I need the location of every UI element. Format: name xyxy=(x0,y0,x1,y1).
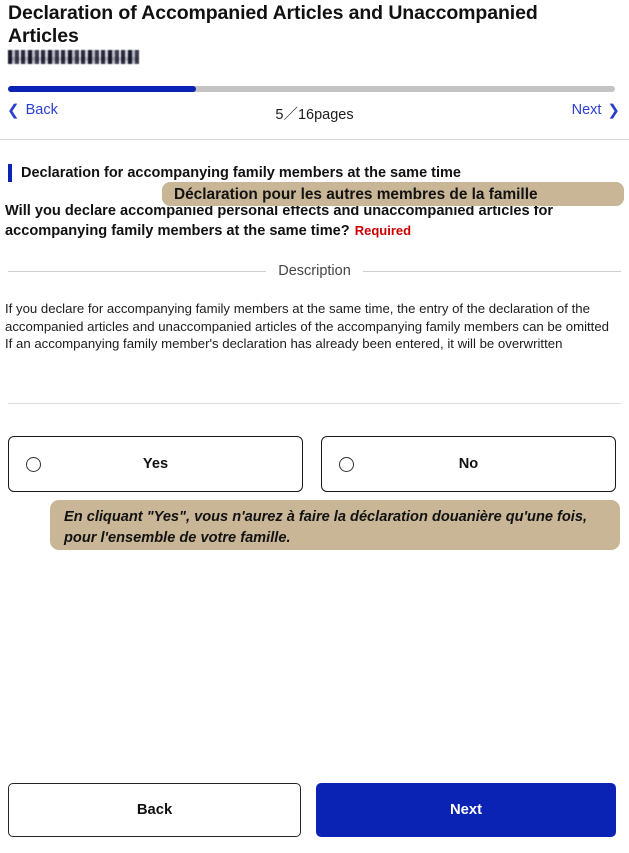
divider-rule-right xyxy=(362,270,621,272)
radio-icon-no[interactable] xyxy=(339,456,354,472)
progress-bar-fill xyxy=(8,86,197,92)
nav-next-label: Next xyxy=(571,102,602,118)
redacted-user-name xyxy=(8,50,139,64)
progress-bar-track xyxy=(8,86,615,92)
divider-rule-left xyxy=(8,270,267,272)
option-yes-label: Yes xyxy=(142,456,169,472)
question-sub-heading: Declaration for accompanying family memb… xyxy=(8,164,461,182)
french-translation-heading-overlay: Déclaration pour les autres membres de l… xyxy=(162,182,624,206)
description-divider: Description xyxy=(8,262,621,280)
option-no-label: No xyxy=(458,456,479,472)
radio-icon-yes[interactable] xyxy=(26,456,41,472)
page-header: Declaration of Accompanied Articles and … xyxy=(0,0,629,140)
option-yes[interactable]: Yes xyxy=(8,436,303,492)
section-separator xyxy=(8,403,621,404)
next-button-label: Next xyxy=(449,802,483,818)
question-text-block: Will you declare accompanied personal ef… xyxy=(5,202,623,241)
description-body: If you declare for accompanying family m… xyxy=(5,300,625,353)
option-no[interactable]: No xyxy=(321,436,616,492)
description-line-2: If an accompanying family member's decla… xyxy=(5,336,563,351)
page-title: Declaration of Accompanied Articles and … xyxy=(8,2,538,47)
back-button-label: Back xyxy=(136,802,173,818)
description-label: Description xyxy=(278,263,351,279)
declaration-form-page: Declaration of Accompanied Articles and … xyxy=(0,0,629,853)
nav-next-link[interactable]: Next ❯ xyxy=(572,102,620,118)
question-text: Will you declare accompanied personal ef… xyxy=(5,203,554,239)
pager-nav: ❮ Back 5／16pages Next ❯ xyxy=(0,100,629,130)
chevron-right-icon: ❯ xyxy=(607,101,620,119)
required-badge: Required xyxy=(354,223,412,238)
back-button[interactable]: Back xyxy=(8,783,301,837)
next-button[interactable]: Next xyxy=(316,783,616,837)
french-translation-note-overlay: En cliquant "Yes", vous n'aurez à faire … xyxy=(50,500,620,550)
page-counter: 5／16pages xyxy=(275,107,354,123)
description-line-1: If you declare for accompanying family m… xyxy=(5,301,610,334)
